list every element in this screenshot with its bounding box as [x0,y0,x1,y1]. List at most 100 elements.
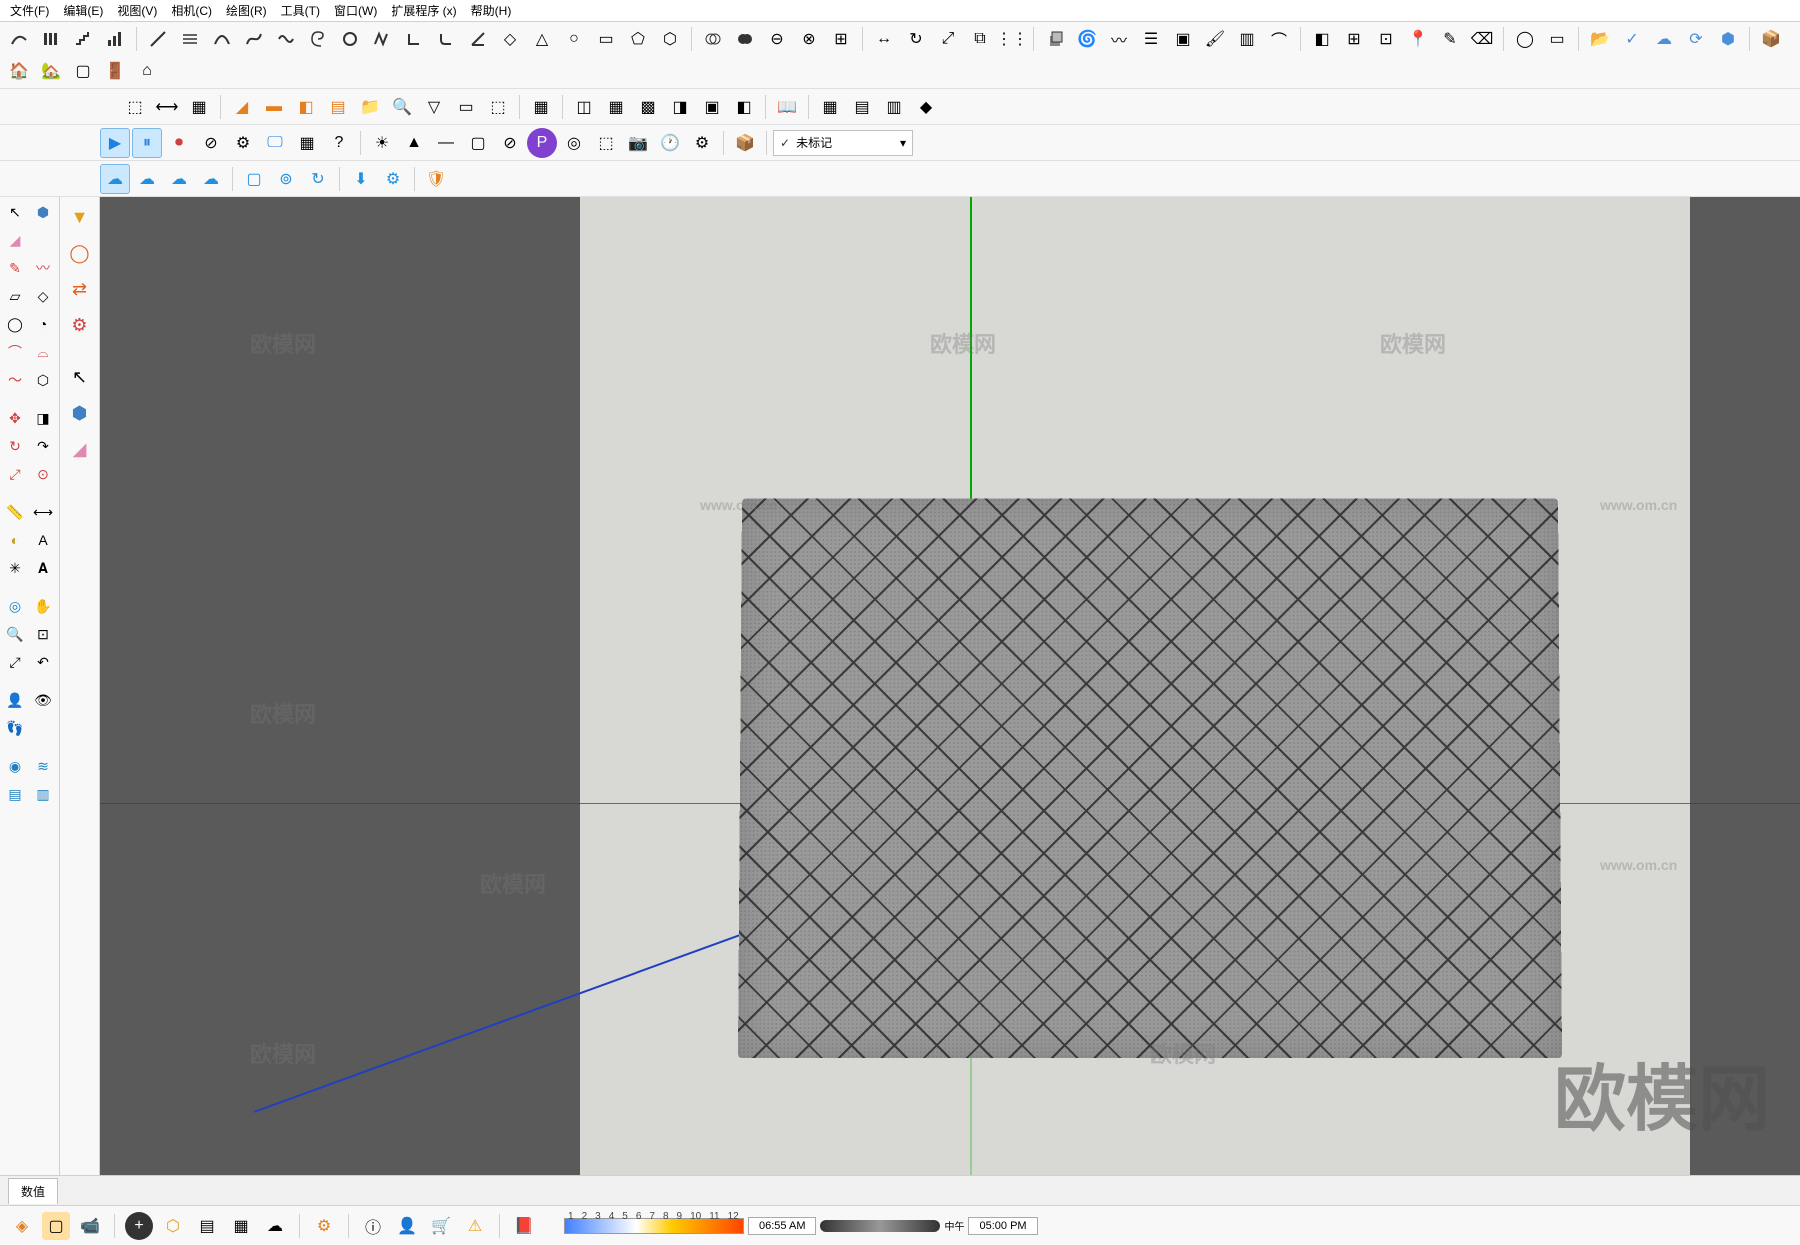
pointer-icon[interactable]: ↖ [2,199,28,225]
columns2-icon[interactable]: ▥ [1232,24,1262,54]
flip-h-icon[interactable]: ◧ [1307,24,1337,54]
gear2-icon[interactable]: ⚙ [687,128,717,158]
curve-tool2-icon[interactable]: 〜 [2,367,28,393]
pan-icon[interactable]: ✋ [30,593,56,619]
podium-icon[interactable]: P [527,128,557,158]
status-value-tab[interactable]: 数值 [8,1178,58,1204]
shell-icon[interactable]: ▣ [1168,24,1198,54]
arch-icon[interactable]: ⌒ [1264,24,1294,54]
fillet-icon[interactable] [431,24,461,54]
menu-extensions[interactable]: 扩展程序 (x) [385,0,462,21]
refresh-blue-icon[interactable]: ↻ [303,164,333,194]
menu-window[interactable]: 窗口(W) [328,0,383,21]
ext-ring-icon[interactable]: ◯ [64,237,96,269]
walk-icon[interactable]: 👣 [2,715,28,741]
cube-orange-icon[interactable]: ◧ [291,92,321,122]
check-icon[interactable]: ✓ [1617,24,1647,54]
clock-icon[interactable]: 🕐 [655,128,685,158]
array-icon[interactable]: ⋮⋮ [997,24,1027,54]
bb-list-icon[interactable]: ▤ [193,1212,221,1240]
zigzag-icon[interactable] [367,24,397,54]
download-icon[interactable]: ⬇ [346,164,376,194]
bb-book-icon[interactable]: 📕 [510,1212,538,1240]
layers2-icon[interactable]: ▤ [2,781,28,807]
loop-icon[interactable] [335,24,365,54]
bezier-icon[interactable] [239,24,269,54]
box1-icon[interactable]: 📦 [1756,24,1786,54]
settings-blue-icon[interactable]: ⚙ [378,164,408,194]
look-around-icon[interactable]: 👁 [30,687,56,713]
scale-tool-icon[interactable]: ⤢ [2,461,28,487]
menu-help[interactable]: 帮助(H) [465,0,518,21]
box-orange-icon[interactable]: ▬ [259,92,289,122]
subtract-icon[interactable]: ⊖ [762,24,792,54]
position-camera-icon[interactable]: 👤 [2,687,28,713]
nodes-icon[interactable]: ⊚ [271,164,301,194]
previous-icon[interactable]: ↶ [30,649,56,675]
boolean-icon[interactable] [698,24,728,54]
box2-icon[interactable]: 🏠 [4,56,34,86]
columns-icon[interactable] [36,24,66,54]
menu-file[interactable]: 文件(F) [4,0,55,21]
render-icon[interactable]: ▦ [292,128,322,158]
pattern-icon[interactable]: ⊞ [826,24,856,54]
magnify-icon[interactable]: 🔍 [387,92,417,122]
bb-cloud-icon[interactable]: ☁ [261,1212,289,1240]
offset-tool-icon[interactable]: ⊙ [30,461,56,487]
union-icon[interactable] [730,24,760,54]
circle2-icon[interactable]: ◯ [1510,24,1540,54]
help-icon[interactable]: ? [324,128,354,158]
pie-tool-icon[interactable]: ◔ [30,311,56,337]
bb-shield2-icon[interactable]: ⬡ [159,1212,187,1240]
select-icon[interactable]: ⬚ [120,92,150,122]
snap-icon[interactable]: ⊡ [1371,24,1401,54]
material2-icon[interactable]: ▤ [847,92,877,122]
pause-icon[interactable]: ⏸ [132,128,162,158]
marquee-icon[interactable]: ▦ [184,92,214,122]
folder-orange-icon[interactable]: 📁 [355,92,385,122]
menu-draw[interactable]: 绘图(R) [220,0,273,21]
shape3-icon[interactable]: ○ [559,24,589,54]
component5-icon[interactable]: ▣ [697,92,727,122]
start-time[interactable]: 06:55 AM [748,1217,816,1235]
light-icon[interactable]: ▲ [399,128,429,158]
section-icon[interactable]: ◉ [2,753,28,779]
end-time[interactable]: 05:00 PM [968,1217,1037,1235]
component6-icon[interactable]: ◧ [729,92,759,122]
3dtext-icon[interactable]: 𝐀 [30,555,56,581]
pencil-icon[interactable]: ✎ [1435,24,1465,54]
ext-gear-icon[interactable]: ⚙ [64,309,96,341]
rect2-icon[interactable]: ▭ [1542,24,1572,54]
pin-icon[interactable]: 📍 [1403,24,1433,54]
sweep-icon[interactable]: 〰 [1104,24,1134,54]
time-slider[interactable] [820,1220,940,1232]
arc-icon[interactable] [207,24,237,54]
menu-view[interactable]: 视图(V) [111,0,163,21]
viewport[interactable]: 欧模网 欧模网 欧模网 欧模网 欧模网 欧模网 欧模网 www.om.cn ww… [100,197,1800,1175]
cloud1-icon[interactable]: ☁ [100,164,130,194]
rect3-icon[interactable]: ▭ [451,92,481,122]
home-icon[interactable]: 🏡 [36,56,66,86]
bb-camera-icon[interactable]: 📹 [76,1212,104,1240]
menu-edit[interactable]: 编辑(E) [57,0,109,21]
brush-icon[interactable]: 🖌 [1200,24,1230,54]
layer-orange-icon[interactable]: ▤ [323,92,353,122]
mirror-icon[interactable]: ⧉ [965,24,995,54]
bb-checker-icon[interactable]: ▦ [227,1212,255,1240]
rotate-tool-icon[interactable]: ↻ [2,433,28,459]
curve-tool-icon[interactable] [4,24,34,54]
revolve-icon[interactable]: 🌀 [1072,24,1102,54]
material1-icon[interactable]: ▦ [815,92,845,122]
config-icon[interactable]: ⚙ [228,128,258,158]
bb-user-icon[interactable]: 👤 [393,1212,421,1240]
eraser-orange-icon[interactable]: ◢ [227,92,257,122]
ext-pointer-icon[interactable]: ↖ [64,361,96,393]
filter-icon[interactable]: ▽ [419,92,449,122]
cloud2-icon[interactable]: ☁ [132,164,162,194]
ext-eraser-icon[interactable]: ◢ [64,433,96,465]
bb-component-icon[interactable]: ◈ [8,1212,36,1240]
cloud-sync-icon[interactable]: ⟳ [1681,24,1711,54]
stop-icon[interactable]: ⊘ [196,128,226,158]
component1-icon[interactable]: ◫ [569,92,599,122]
3d-icon[interactable]: ⬢ [1713,24,1743,54]
